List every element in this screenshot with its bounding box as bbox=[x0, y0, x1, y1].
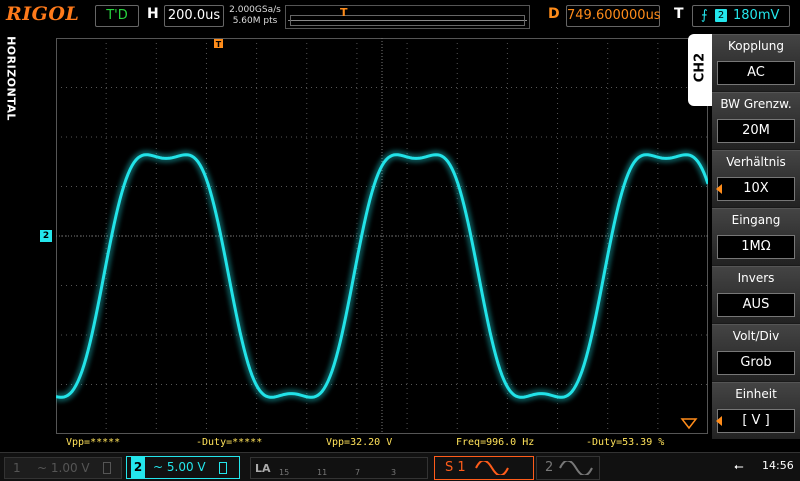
menu-item-bw-limit[interactable]: BW Grenzw. 20M bbox=[712, 92, 800, 149]
menu-item-kopplung[interactable]: Kopplung AC bbox=[712, 34, 800, 91]
menu-item-title: Invers bbox=[737, 271, 775, 285]
memory-depth: 5.60M pts bbox=[232, 16, 278, 26]
trigger-marker-icon: T bbox=[214, 39, 223, 49]
ch2-status[interactable]: 2 ~ 5.00 V bbox=[126, 456, 240, 479]
trigger-channel-badge: 2 bbox=[715, 9, 727, 22]
run-state-indicator[interactable]: T'D bbox=[95, 5, 139, 27]
source1-label: S 1 bbox=[445, 460, 466, 475]
la-label: LA bbox=[255, 462, 271, 475]
brand-logo: RIGOL bbox=[6, 3, 80, 25]
source2-output[interactable]: 2 bbox=[536, 456, 600, 480]
menu-item-title: BW Grenzw. bbox=[720, 97, 792, 111]
ch2-menu-tab[interactable]: CH2 bbox=[688, 34, 712, 106]
menu-item-title: Eingang bbox=[731, 213, 781, 227]
ch2-offset-label: 2 bbox=[42, 231, 50, 241]
menu-item-value: Grob bbox=[717, 351, 795, 375]
la-bit-label: 15 bbox=[279, 468, 290, 477]
memory-window bbox=[290, 15, 525, 26]
trigger-label: T bbox=[674, 6, 684, 22]
menu-item-value: 20M bbox=[717, 119, 795, 143]
measurement-frequency: Freq=996.0 Hz bbox=[456, 437, 535, 448]
measurement-vpp-ch2: Vpp=32.20 V bbox=[326, 437, 393, 448]
ch1-scale: ~ 1.00 V bbox=[37, 461, 90, 475]
measurement-duty-ch2: -Duty=53.39 % bbox=[586, 437, 665, 448]
battery-icon bbox=[103, 462, 111, 474]
ch2-offset-marker[interactable]: 2 bbox=[40, 230, 52, 242]
bottom-status-bar: 1 ~ 1.00 V 2 ~ 5.00 V LA 15 11 7 3 S 1 2… bbox=[0, 452, 800, 481]
menu-item-title: Einheit bbox=[735, 387, 777, 401]
ch2-menu-tab-label: CH2 bbox=[692, 52, 708, 83]
horizontal-tab[interactable]: HORIZONTAL bbox=[0, 34, 22, 130]
menu-item-value: [ V ] bbox=[717, 409, 795, 433]
menu-item-value: 10X bbox=[717, 177, 795, 201]
memory-position-bar[interactable]: T bbox=[285, 5, 530, 29]
ch2-number: 2 bbox=[131, 457, 145, 478]
usb-icon: ⭠ bbox=[734, 459, 744, 473]
timebase-value[interactable]: 200.0us bbox=[164, 5, 224, 27]
menu-item-title: Verhältnis bbox=[726, 155, 786, 169]
channel-menu: Kopplung AC BW Grenzw. 20M Verhältnis 10… bbox=[712, 34, 800, 439]
menu-item-probe-ratio[interactable]: Verhältnis 10X bbox=[712, 150, 800, 207]
menu-item-value: AC bbox=[717, 61, 795, 85]
adjust-arrow-icon bbox=[716, 416, 722, 426]
menu-item-invert[interactable]: Invers AUS bbox=[712, 266, 800, 323]
delay-label: D bbox=[548, 6, 560, 22]
menu-item-input-impedance[interactable]: Eingang 1MΩ bbox=[712, 208, 800, 265]
delay-value[interactable]: 749.600000us bbox=[566, 5, 661, 27]
menu-item-value: 1MΩ bbox=[717, 235, 795, 259]
sine-wave-icon bbox=[475, 461, 509, 475]
adjust-arrow-icon bbox=[716, 184, 722, 194]
trigger-level: 180mV bbox=[733, 8, 780, 23]
la-bit-label: 3 bbox=[391, 468, 397, 477]
horizontal-label: H bbox=[147, 6, 159, 22]
top-status-bar: RIGOL T'D H 200.0us 2.000GSa/s 5.60M pts… bbox=[0, 0, 800, 32]
la-bit-label: 7 bbox=[355, 468, 361, 477]
menu-item-title: Volt/Div bbox=[732, 329, 780, 343]
trigger-level-marker-icon bbox=[680, 418, 698, 430]
ch2-scale: ~ 5.00 V bbox=[153, 460, 206, 474]
trigger-settings[interactable]: ⨍ 2 180mV bbox=[692, 5, 790, 27]
la-bit-label: 11 bbox=[317, 468, 328, 477]
menu-item-title: Kopplung bbox=[727, 39, 784, 53]
sample-rate-info: 2.000GSa/s 5.60M pts bbox=[227, 5, 283, 27]
rising-edge-icon: ⨍ bbox=[701, 8, 708, 23]
measurement-vpp-ch1: Vpp=***** bbox=[66, 437, 121, 448]
system-clock: 14:56 bbox=[762, 459, 794, 472]
waveform-display[interactable]: T bbox=[56, 38, 708, 434]
menu-item-value: AUS bbox=[717, 293, 795, 317]
ch1-number: 1 bbox=[13, 461, 21, 475]
source2-label: 2 bbox=[545, 460, 554, 475]
trigger-position-marker-icon: T bbox=[340, 6, 348, 19]
sample-rate: 2.000GSa/s bbox=[229, 5, 281, 15]
horizontal-tab-label: HORIZONTAL bbox=[4, 36, 18, 121]
measurement-duty-ch1: -Duty=***** bbox=[196, 437, 263, 448]
logic-analyzer-status[interactable]: LA 15 11 7 3 bbox=[250, 457, 428, 479]
menu-item-unit[interactable]: Einheit [ V ] bbox=[712, 382, 800, 439]
sine-wave-icon bbox=[559, 461, 593, 475]
source1-output[interactable]: S 1 bbox=[434, 456, 534, 480]
ch1-status[interactable]: 1 ~ 1.00 V bbox=[4, 457, 122, 479]
svg-text:T: T bbox=[216, 40, 222, 49]
menu-item-volt-div[interactable]: Volt/Div Grob bbox=[712, 324, 800, 381]
battery-icon bbox=[219, 462, 227, 474]
